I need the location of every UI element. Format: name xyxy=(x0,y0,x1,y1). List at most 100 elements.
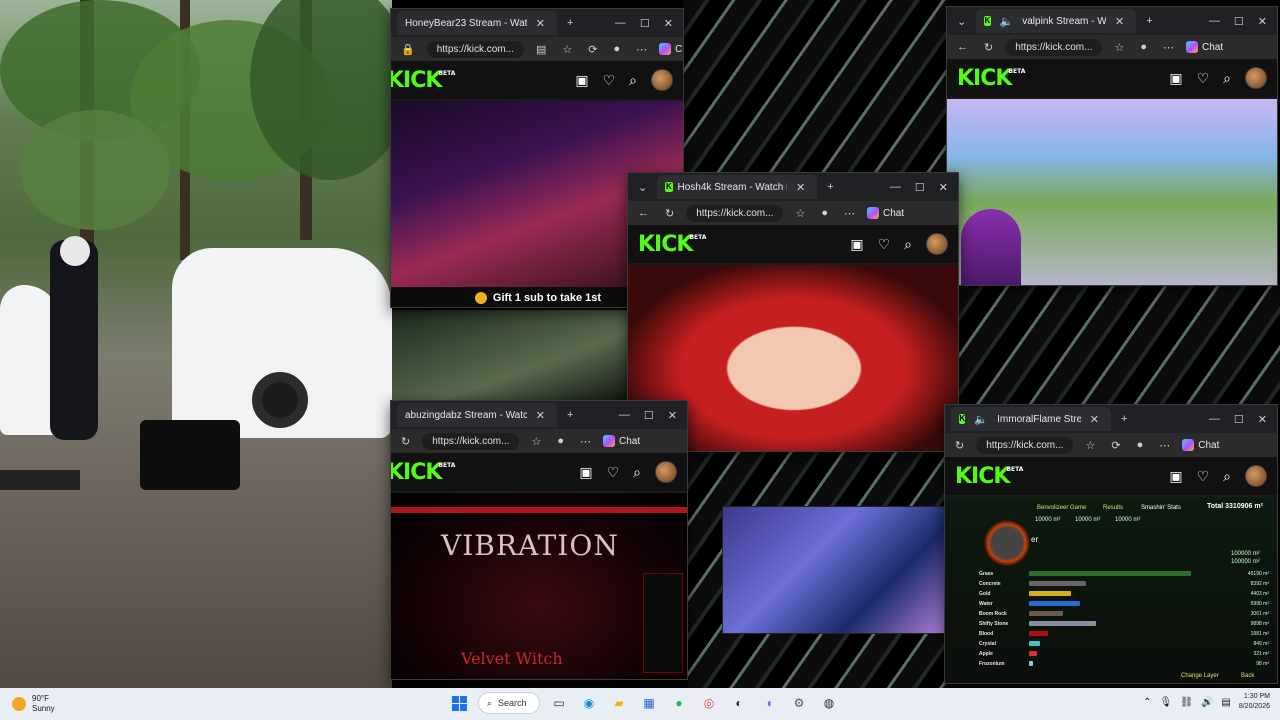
new-tab-icon[interactable]: + xyxy=(563,409,577,421)
tab-list-icon[interactable]: ⌄ xyxy=(634,181,651,194)
copilot-chat-button[interactable]: Chat xyxy=(1186,41,1223,53)
task-view-icon[interactable]: ▭ xyxy=(548,692,570,714)
heart-icon[interactable]: ♡ xyxy=(607,464,620,481)
browse-icon[interactable]: ▣ xyxy=(1169,70,1182,87)
chrome-icon[interactable]: ◎ xyxy=(698,692,720,714)
search-icon[interactable]: ⌕ xyxy=(629,72,637,89)
more-menu-icon[interactable]: ⋯ xyxy=(1155,439,1174,452)
more-menu-icon[interactable]: ⋯ xyxy=(1159,41,1178,54)
edge-icon[interactable]: ◉ xyxy=(578,692,600,714)
favorite-star-icon[interactable]: ☆ xyxy=(558,43,576,56)
copilot-chat-button[interactable]: Chat xyxy=(659,43,683,55)
avatar[interactable] xyxy=(926,233,948,255)
maximize-icon[interactable]: ☐ xyxy=(1230,413,1248,426)
favorite-star-icon[interactable]: ☆ xyxy=(1081,439,1099,452)
start-button[interactable] xyxy=(448,692,470,714)
heart-icon[interactable]: ♡ xyxy=(1197,70,1210,87)
extensions-icon[interactable]: ⟳ xyxy=(1107,439,1124,452)
mic-icon[interactable]: 🎙 xyxy=(1160,697,1173,708)
copilot-chat-button[interactable]: Chat xyxy=(603,435,640,447)
close-window-icon[interactable]: ✕ xyxy=(664,409,681,422)
store-icon[interactable]: ▦ xyxy=(638,692,660,714)
close-window-icon[interactable]: ✕ xyxy=(660,17,677,30)
search-icon[interactable]: ⌕ xyxy=(1223,70,1231,87)
volume-icon[interactable]: 🔊 xyxy=(1201,697,1213,708)
kick-logo[interactable]: KICK BETA xyxy=(391,68,455,93)
close-window-icon[interactable]: ✕ xyxy=(1254,15,1271,28)
avatar[interactable] xyxy=(655,461,677,483)
close-window-icon[interactable]: ✕ xyxy=(1254,413,1271,426)
stream-video[interactable] xyxy=(947,99,1277,285)
steam-icon[interactable]: ◍ xyxy=(818,692,840,714)
maximize-icon[interactable]: ☐ xyxy=(636,17,654,30)
minimize-icon[interactable]: — xyxy=(886,181,905,193)
url-field[interactable]: https://kick.com... xyxy=(686,204,784,222)
new-tab-icon[interactable]: + xyxy=(1142,15,1156,27)
more-menu-icon[interactable]: ⋯ xyxy=(632,43,651,56)
settings-icon[interactable]: ⚙ xyxy=(788,692,810,714)
favorite-star-icon[interactable]: ☆ xyxy=(791,207,809,220)
browser-tab[interactable]: K Hosh4k Stream - Watch Live on K ✕ xyxy=(657,175,818,199)
minimize-icon[interactable]: — xyxy=(611,17,630,29)
close-tab-icon[interactable]: ✕ xyxy=(1086,413,1103,426)
weather-widget[interactable]: 90°F Sunny xyxy=(0,694,200,714)
network-icon[interactable]: ▤ xyxy=(1221,697,1230,708)
kick-logo[interactable]: KICK BETA xyxy=(955,464,1023,489)
kick-logo[interactable]: KICK BETA xyxy=(957,66,1025,91)
audio-icon[interactable]: 🔈 xyxy=(970,413,992,426)
refresh-icon[interactable]: ↻ xyxy=(397,435,414,448)
heart-icon[interactable]: ♡ xyxy=(878,236,891,253)
profile-icon[interactable]: ● xyxy=(1133,439,1148,451)
copilot-chat-button[interactable]: Chat xyxy=(1182,439,1219,451)
clock[interactable]: 1:30 PM 8/20/2026 xyxy=(1239,692,1270,712)
refresh-icon[interactable]: ↻ xyxy=(661,207,678,220)
heart-icon[interactable]: ♡ xyxy=(1197,468,1210,485)
profile-icon[interactable]: ● xyxy=(817,207,832,219)
close-tab-icon[interactable]: ✕ xyxy=(532,409,549,422)
maximize-icon[interactable]: ☐ xyxy=(1230,15,1248,28)
tab-list-icon[interactable]: ⌄ xyxy=(953,15,970,28)
browse-icon[interactable]: ▣ xyxy=(579,464,592,481)
stream-video[interactable]: Benvolizeer Game Results Smashin' Stats … xyxy=(945,497,1277,683)
close-tab-icon[interactable]: ✕ xyxy=(1111,15,1128,28)
browser-tab[interactable]: K 🔈 ImmoralFlame Stream - Watc ✕ xyxy=(951,407,1111,431)
obs-icon[interactable]: ◐ xyxy=(728,692,750,714)
more-menu-icon[interactable]: ⋯ xyxy=(576,435,595,448)
maximize-icon[interactable]: ☐ xyxy=(911,181,929,194)
audio-icon[interactable]: 🔈 xyxy=(996,15,1018,28)
browse-icon[interactable]: ▣ xyxy=(1169,468,1182,485)
avatar[interactable] xyxy=(651,69,673,91)
kick-logo[interactable]: KICK BETA xyxy=(638,232,706,257)
change-layer-button[interactable]: Change Layer xyxy=(1181,673,1219,679)
url-field[interactable]: https://kick.com... xyxy=(1005,38,1103,56)
avatar[interactable] xyxy=(1245,67,1267,89)
search-icon[interactable]: ⌕ xyxy=(1223,468,1231,485)
link-icon[interactable]: ⛓ xyxy=(1180,697,1193,708)
url-field[interactable]: https://kick.com... xyxy=(422,432,520,450)
browse-icon[interactable]: ▣ xyxy=(850,236,863,253)
refresh-icon[interactable]: ↻ xyxy=(980,41,997,54)
close-window-icon[interactable]: ✕ xyxy=(935,181,952,194)
new-tab-icon[interactable]: + xyxy=(823,181,837,193)
taskbar-search[interactable]: ⌕ Search xyxy=(478,692,540,714)
minimize-icon[interactable]: — xyxy=(1205,413,1224,425)
minimize-icon[interactable]: — xyxy=(1205,15,1224,27)
profile-icon[interactable]: ● xyxy=(609,43,624,55)
browser-tab[interactable]: abuzingdabz Stream - Watch Live ✕ xyxy=(397,403,557,427)
new-tab-icon[interactable]: + xyxy=(1117,413,1131,425)
search-icon[interactable]: ⌕ xyxy=(633,464,641,481)
chevron-up-icon[interactable]: ⌃ xyxy=(1143,697,1151,708)
browse-icon[interactable]: ▣ xyxy=(575,72,588,89)
close-tab-icon[interactable]: ✕ xyxy=(532,17,549,30)
extensions-icon[interactable]: ⟳ xyxy=(584,43,601,56)
avatar[interactable] xyxy=(1245,465,1267,487)
discord-icon[interactable]: ◖ xyxy=(758,692,780,714)
url-field[interactable]: https://kick.com... xyxy=(976,436,1074,454)
kick-logo[interactable]: KICK BETA xyxy=(391,460,455,485)
new-tab-icon[interactable]: + xyxy=(563,17,577,29)
back-icon[interactable]: ← xyxy=(634,207,653,219)
file-explorer-icon[interactable]: ▰ xyxy=(608,692,630,714)
url-field[interactable]: https://kick.com... xyxy=(426,40,524,58)
browser-tab[interactable]: K 🔈 valpink Stream - Watch Live o ✕ xyxy=(976,9,1137,33)
search-icon[interactable]: ⌕ xyxy=(904,236,912,253)
